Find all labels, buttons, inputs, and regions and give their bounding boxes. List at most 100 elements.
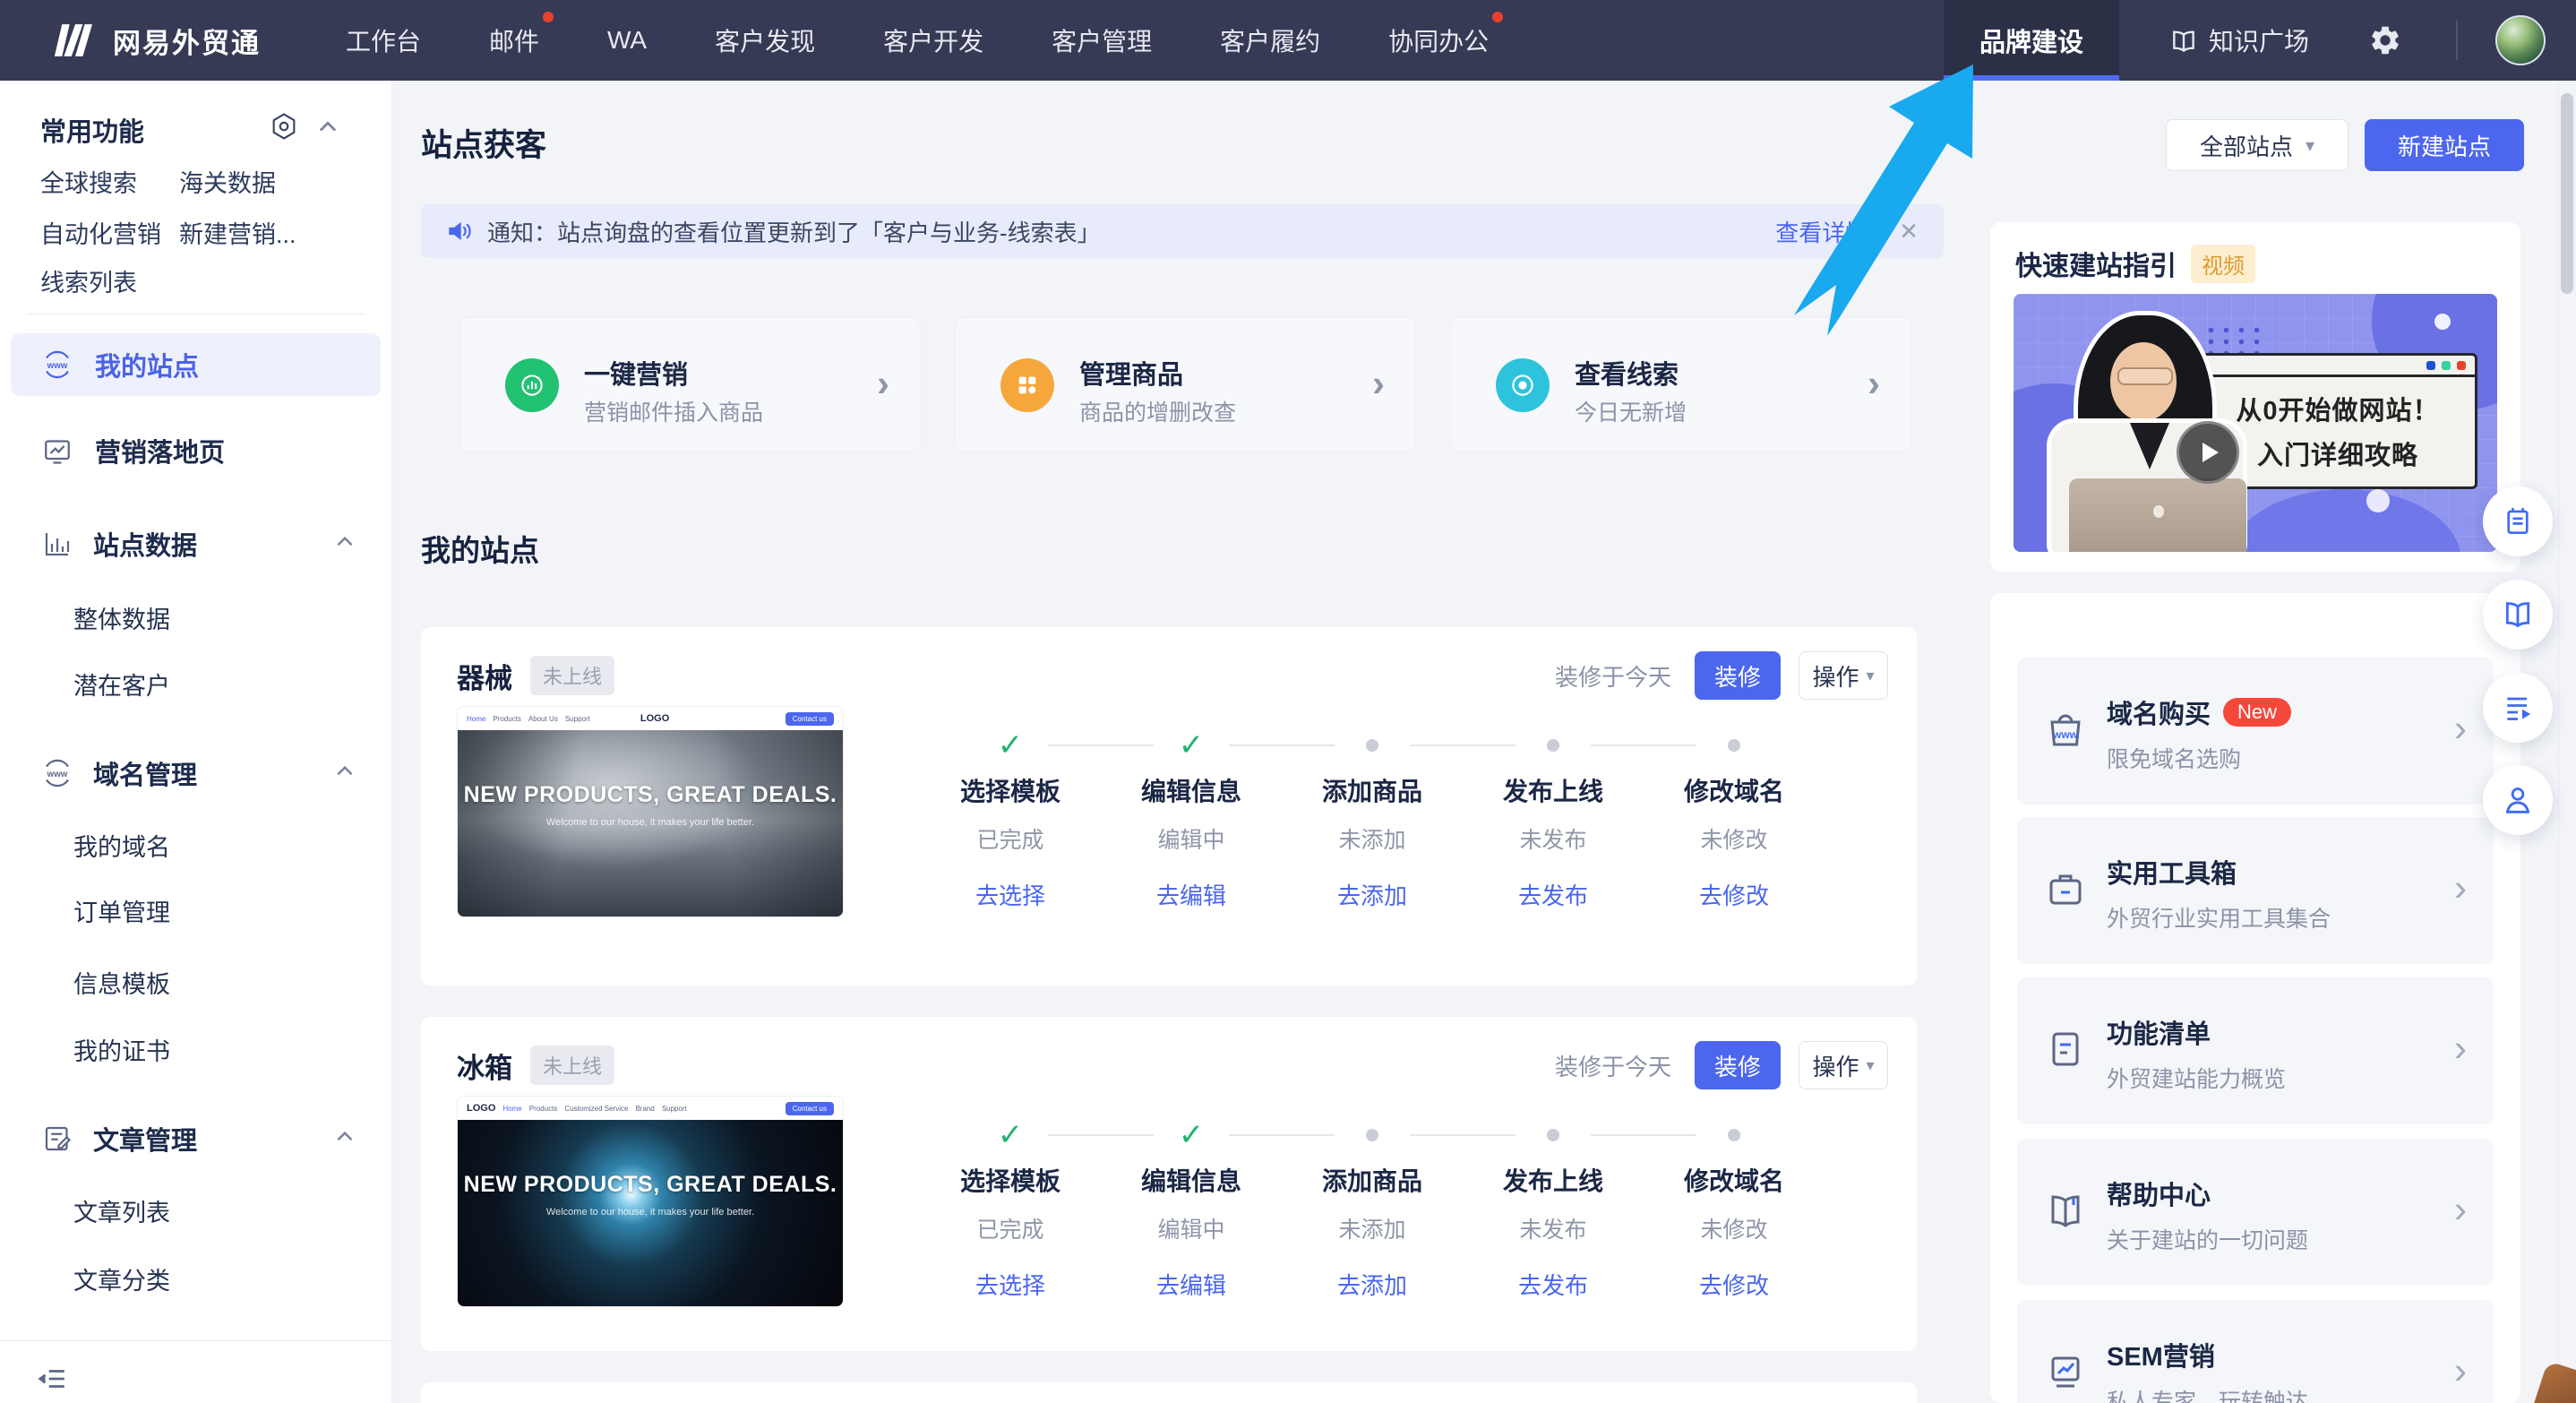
sidebar-item-article-list[interactable]: 文章列表 bbox=[73, 1193, 170, 1228]
panel-card-help-center[interactable]: 帮助中心 关于建站的一切问题 › bbox=[2017, 1139, 2494, 1286]
step-action-link[interactable]: 去编辑 bbox=[1120, 878, 1263, 911]
products-grid-icon bbox=[1000, 358, 1054, 412]
sidebar-item-my-domains[interactable]: 我的域名 bbox=[73, 828, 170, 863]
decorate-button[interactable]: 装修 bbox=[1695, 651, 1781, 700]
manage-common-functions-icon[interactable] bbox=[269, 111, 299, 142]
nav-brand-building-active[interactable]: 品牌建设 bbox=[1944, 0, 2119, 81]
close-icon[interactable]: ✕ bbox=[1899, 218, 1919, 245]
floating-changelog-button[interactable] bbox=[2483, 673, 2553, 743]
preview-hero-image: NEW PRODUCTS, GREAT DEALS. Welcome to ou… bbox=[458, 730, 843, 917]
floating-handbook-button[interactable] bbox=[2483, 580, 2553, 650]
step-action-link[interactable]: 去添加 bbox=[1301, 1268, 1444, 1301]
step-action-link[interactable]: 去编辑 bbox=[1120, 1268, 1263, 1301]
actions-dropdown-button[interactable]: 操作▾ bbox=[1799, 651, 1888, 700]
chevron-right-icon: › bbox=[2454, 1191, 2467, 1228]
preview-hero-image: NEW PRODUCTS, GREAT DEALS. Welcome to ou… bbox=[458, 1120, 843, 1306]
floating-notes-button[interactable] bbox=[2483, 486, 2553, 556]
nav-mail[interactable]: 邮件 bbox=[489, 22, 539, 58]
check-icon: ✓ bbox=[1179, 1117, 1205, 1153]
step-action-link[interactable]: 去修改 bbox=[1662, 878, 1806, 911]
app-logo[interactable]: 网易外贸通 bbox=[52, 0, 261, 81]
guide-video-thumbnail[interactable]: 从0开始做网站！ 入门详细攻略 bbox=[2014, 294, 2497, 552]
sidebar-item-my-site-active[interactable]: www 我的站点 bbox=[11, 333, 381, 396]
user-avatar[interactable] bbox=[2495, 15, 2546, 65]
link-leads-list[interactable]: 线索列表 bbox=[40, 263, 137, 298]
step-action-link[interactable]: 去选择 bbox=[939, 878, 1082, 911]
sidebar-item-potential-customers[interactable]: 潜在客户 bbox=[73, 667, 170, 702]
panel-card-sem-marketing[interactable]: SEM营销 私人专家，玩转触达 › bbox=[2017, 1300, 2494, 1403]
panel-card-toolbox[interactable]: 实用工具箱 外贸行业实用工具集合 › bbox=[2017, 817, 2494, 964]
settings-gear-icon[interactable] bbox=[2368, 23, 2402, 57]
preview-nav-link: About Us bbox=[528, 715, 558, 723]
decor-dot bbox=[2434, 314, 2451, 330]
step-action-link[interactable]: 去选择 bbox=[939, 1268, 1082, 1301]
step-action-link[interactable]: 去发布 bbox=[1481, 1268, 1625, 1301]
panel-card-title: SEM营销 bbox=[2107, 1336, 2215, 1373]
quick-card-view-leads[interactable]: 查看线索 今日无新增 › bbox=[1450, 317, 1911, 452]
link-customs-data[interactable]: 海关数据 bbox=[179, 164, 276, 199]
new-badge: New bbox=[2223, 698, 2291, 727]
step-action-link[interactable]: 去发布 bbox=[1481, 878, 1625, 911]
decorate-button[interactable]: 装修 bbox=[1695, 1041, 1781, 1089]
nav-customer-management[interactable]: 客户管理 bbox=[1052, 22, 1152, 58]
play-button-icon[interactable] bbox=[2177, 421, 2239, 484]
chevron-right-icon: › bbox=[1868, 365, 1880, 402]
scrollbar-thumb[interactable] bbox=[2561, 93, 2573, 294]
nav-knowledge-square[interactable]: 知识广场 bbox=[2169, 22, 2309, 58]
pending-dot-icon bbox=[1366, 1129, 1378, 1141]
my-sites-section-title: 我的站点 bbox=[421, 527, 539, 570]
chevron-up-icon[interactable] bbox=[333, 530, 356, 554]
sidebar-item-overall-data[interactable]: 整体数据 bbox=[73, 600, 170, 635]
link-new-marketing[interactable]: 新建营销... bbox=[179, 215, 296, 250]
nav-customer-development[interactable]: 客户开发 bbox=[883, 22, 983, 58]
step-publish: 发布上线 未发布 去发布 bbox=[1481, 1117, 1625, 1301]
step-action-link[interactable]: 去修改 bbox=[1662, 1268, 1806, 1301]
svg-text:www: www bbox=[2052, 728, 2079, 741]
site-card-qixie: 器械 未上线 装修于今天 装修 操作▾ Home Products About … bbox=[421, 627, 1917, 986]
actions-dropdown-button[interactable]: 操作▾ bbox=[1799, 1041, 1888, 1089]
sidebar-item-marketing-landing[interactable]: 营销落地页 bbox=[41, 432, 225, 469]
panel-card-domain-purchase[interactable]: www 域名购买New 限免域名选购 › bbox=[2017, 658, 2494, 805]
site-status-badge: 未上线 bbox=[530, 656, 614, 695]
sidebar-group-domain-management[interactable]: www 域名管理 bbox=[41, 754, 197, 792]
new-site-button[interactable]: 新建站点 bbox=[2365, 119, 2524, 171]
sidebar-item-my-certificates[interactable]: 我的证书 bbox=[73, 1032, 170, 1067]
site-preview-thumbnail[interactable]: Home Products About Us Support LOGO Cont… bbox=[457, 706, 844, 917]
step-add-products: 添加商品 未添加 去添加 bbox=[1301, 727, 1444, 911]
site-filter-dropdown[interactable]: 全部站点 ▾ bbox=[2166, 119, 2348, 171]
nav-workbench[interactable]: 工作台 bbox=[346, 22, 421, 58]
panel-card-feature-list[interactable]: 功能清单 外贸建站能力概览 › bbox=[2017, 977, 2494, 1124]
link-global-search[interactable]: 全球搜索 bbox=[40, 164, 137, 199]
collapse-common-icon[interactable] bbox=[315, 115, 340, 140]
site-card-header: 器械 未上线 装修于今天 装修 操作▾ bbox=[457, 650, 1888, 701]
chevron-right-icon: › bbox=[2454, 710, 2467, 747]
sidebar-item-info-templates[interactable]: 信息模板 bbox=[73, 965, 170, 1000]
preview-contact-button: Contact us bbox=[786, 712, 834, 726]
chevron-up-icon[interactable] bbox=[333, 1125, 356, 1149]
site-preview-thumbnail[interactable]: LOGO Home Products Customized Service Br… bbox=[457, 1096, 844, 1307]
www-globe-icon: www bbox=[41, 757, 73, 789]
quick-card-manage-products[interactable]: 管理商品 商品的增删改查 › bbox=[955, 317, 1416, 452]
nav-customer-discovery[interactable]: 客户发现 bbox=[715, 22, 815, 58]
sidebar-item-order-management[interactable]: 订单管理 bbox=[73, 893, 170, 928]
nav-wa[interactable]: WA bbox=[607, 26, 647, 55]
sidebar-group-article-management[interactable]: 文章管理 bbox=[41, 1120, 197, 1158]
quick-card-desc: 商品的增删改查 bbox=[1079, 395, 1236, 427]
notice-bar: 通知：站点询盘的查看位置更新到了「客户与业务-线索表」 查看详情 ✕ bbox=[421, 204, 1944, 258]
check-icon: ✓ bbox=[998, 1117, 1024, 1153]
landing-page-icon bbox=[41, 435, 73, 467]
chevron-up-icon[interactable] bbox=[333, 760, 356, 783]
sidebar-item-article-categories[interactable]: 文章分类 bbox=[73, 1261, 170, 1296]
link-marketing-automation[interactable]: 自动化营销 bbox=[40, 215, 161, 250]
sidebar-group-site-data[interactable]: 站点数据 bbox=[41, 525, 197, 563]
quick-card-one-click-marketing[interactable]: 一键营销 营销邮件插入商品 › bbox=[459, 317, 921, 452]
nav-customer-fulfillment[interactable]: 客户履约 bbox=[1220, 22, 1320, 58]
collapse-sidebar-icon[interactable] bbox=[38, 1364, 68, 1394]
pending-dot-icon bbox=[1728, 1129, 1740, 1141]
floating-contact-button[interactable] bbox=[2483, 765, 2553, 835]
notice-detail-link[interactable]: 查看详情 bbox=[1775, 215, 1868, 248]
quick-card-title: 管理商品 bbox=[1079, 354, 1183, 392]
nav-collaboration[interactable]: 协同办公 bbox=[1388, 22, 1489, 58]
step-action-link[interactable]: 去添加 bbox=[1301, 878, 1444, 911]
svg-text:www: www bbox=[47, 361, 68, 371]
